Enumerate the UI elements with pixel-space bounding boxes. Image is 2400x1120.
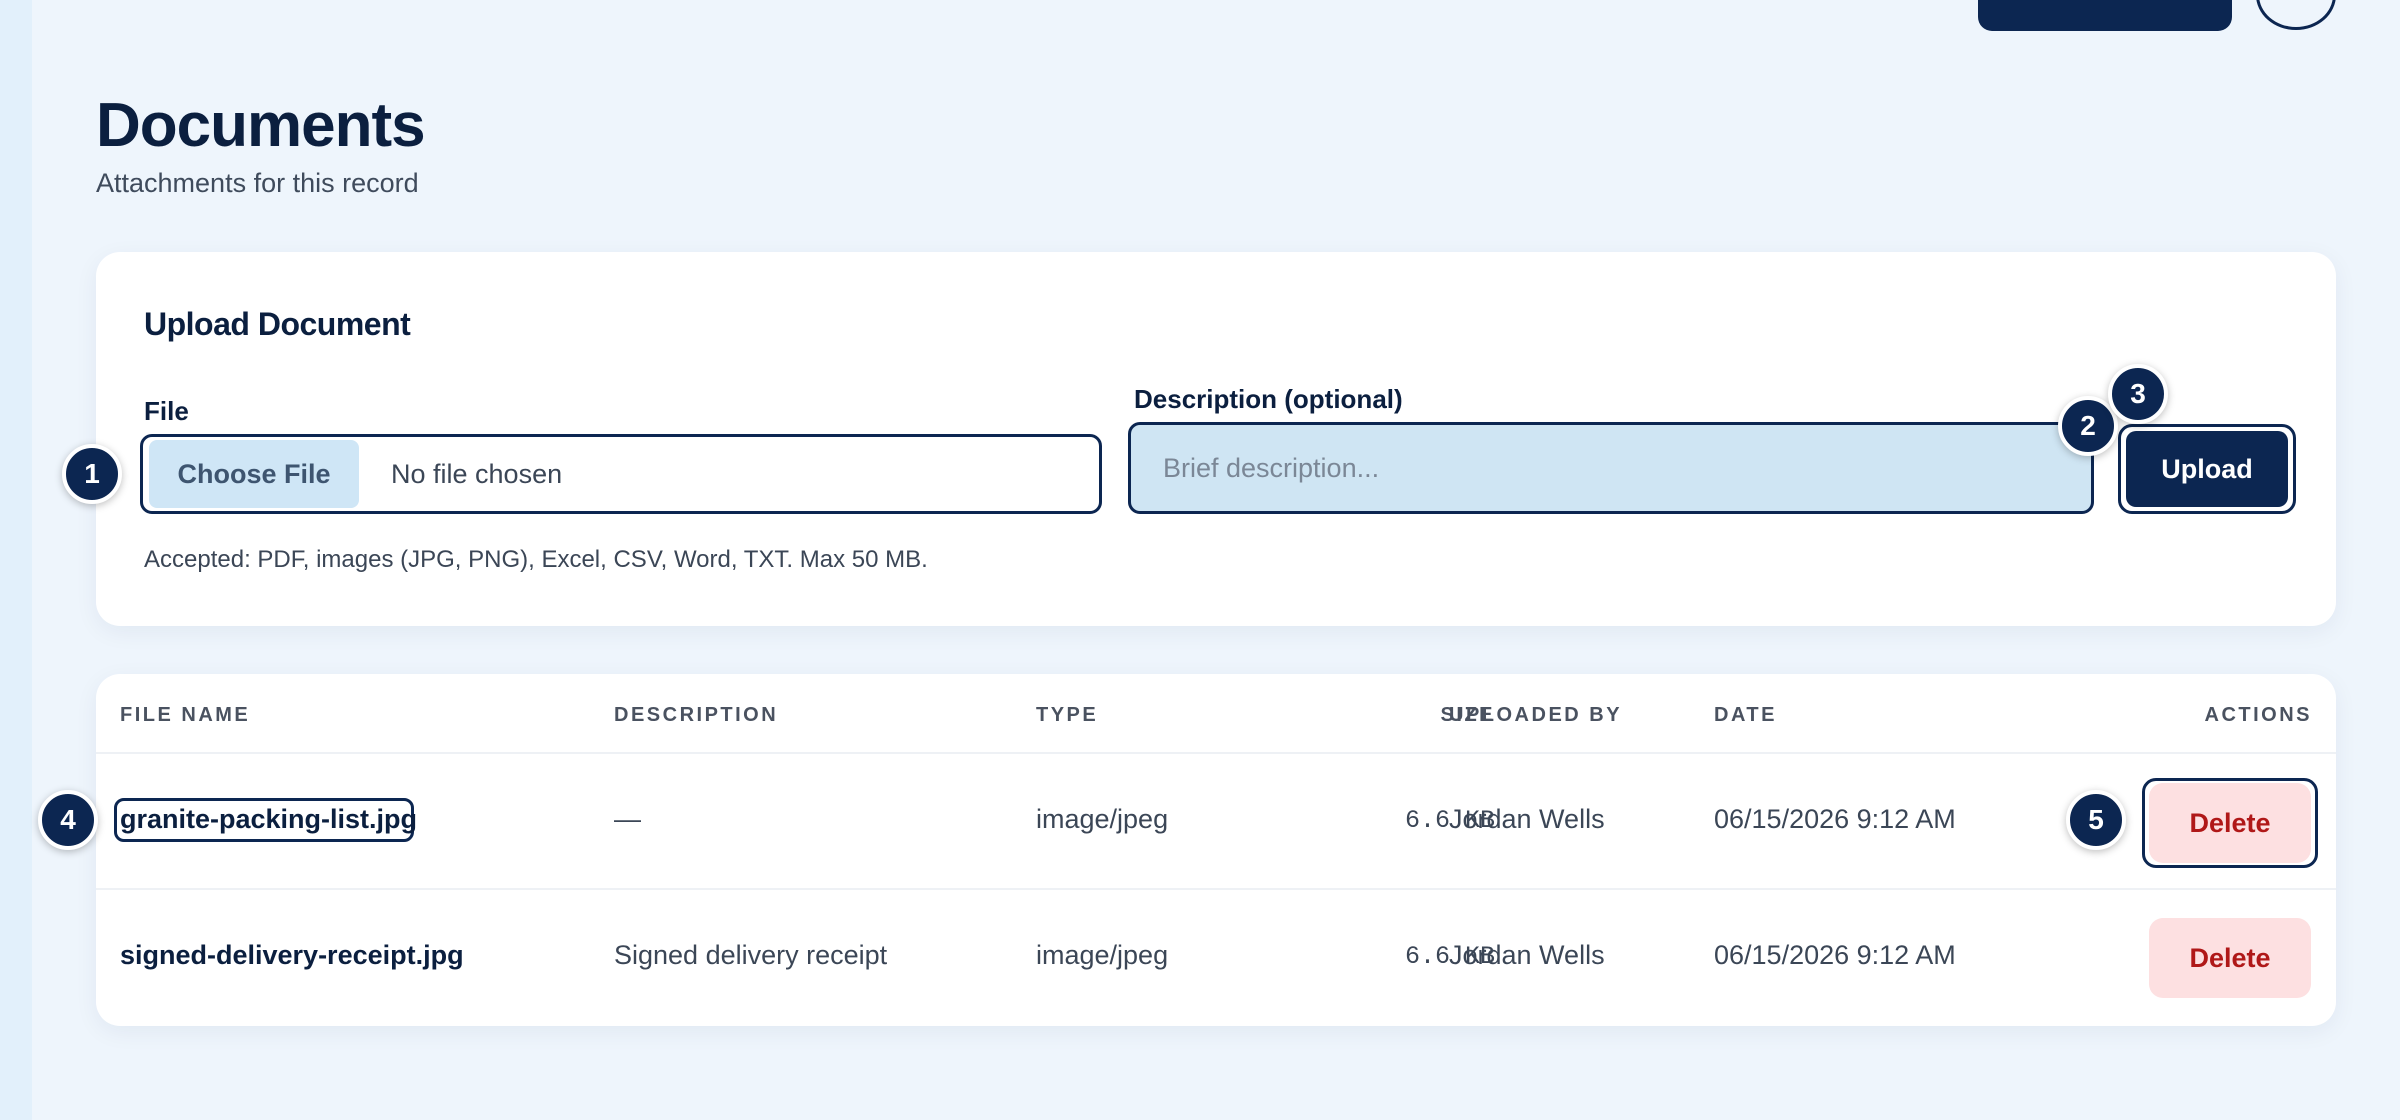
file-status-text: No file chosen xyxy=(391,458,563,489)
marker-badge: 4 xyxy=(38,790,98,850)
column-header-description: DESCRIPTION xyxy=(614,704,779,726)
file-name-link[interactable]: granite-packing-list.jpg xyxy=(120,804,417,835)
page-title: Documents xyxy=(96,91,426,160)
file-name-link[interactable]: signed-delivery-receipt.jpg xyxy=(120,940,464,971)
file-description: Signed delivery receipt xyxy=(614,940,888,970)
file-input[interactable]: Choose File No file chosen xyxy=(140,434,1102,514)
marker-badge: 3 xyxy=(2108,364,2168,424)
file-type: image/jpeg xyxy=(1036,940,1169,970)
delete-button[interactable]: Delete xyxy=(2149,918,2311,998)
column-header-actions: ACTIONS xyxy=(2204,704,2312,726)
description-field-label: Description (optional) xyxy=(1134,384,1403,414)
delete-button[interactable]: Delete xyxy=(2149,783,2311,863)
column-header-uploaded-by: UPLOADED BY xyxy=(1449,704,1623,726)
file-type: image/jpeg xyxy=(1036,804,1169,834)
column-header-date: DATE xyxy=(1714,704,1777,726)
choose-file-button[interactable]: Choose File xyxy=(149,440,359,508)
marker-badge: 2 xyxy=(2058,396,2118,456)
uploaded-by: Jordan Wells xyxy=(1449,940,1605,970)
upload-card-title: Upload Document xyxy=(144,306,411,342)
file-description: — xyxy=(614,804,641,834)
page-subtitle: Attachments for this record xyxy=(96,168,419,198)
upload-button[interactable]: Upload xyxy=(2126,431,2288,507)
uploaded-by: Jordan Wells xyxy=(1449,804,1605,834)
upload-date: 06/15/2026 9:12 AM xyxy=(1714,804,1956,834)
header-avatar-button[interactable] xyxy=(2256,0,2336,30)
file-field-label: File xyxy=(144,396,189,426)
header-divider xyxy=(96,752,2336,754)
row-divider xyxy=(96,888,2336,890)
description-placeholder: Brief description... xyxy=(1163,452,1380,483)
upload-card: Upload Document File Choose File No file… xyxy=(96,252,2336,626)
column-header-type: TYPE xyxy=(1036,704,1099,726)
documents-table: FILE NAME DESCRIPTION TYPE SIZE UPLOADED… xyxy=(96,674,2336,1026)
marker-badge: 1 xyxy=(62,444,122,504)
description-input[interactable]: Brief description... xyxy=(1128,422,2094,514)
upload-button-focus-ring: Upload xyxy=(2118,424,2296,514)
header-action-button[interactable] xyxy=(1978,0,2232,31)
left-rail xyxy=(0,0,32,1120)
upload-date: 06/15/2026 9:12 AM xyxy=(1714,940,1956,970)
accepted-formats-hint: Accepted: PDF, images (JPG, PNG), Excel,… xyxy=(144,546,928,573)
marker-badge: 5 xyxy=(2066,790,2126,850)
column-header-file-name: FILE NAME xyxy=(120,704,251,726)
